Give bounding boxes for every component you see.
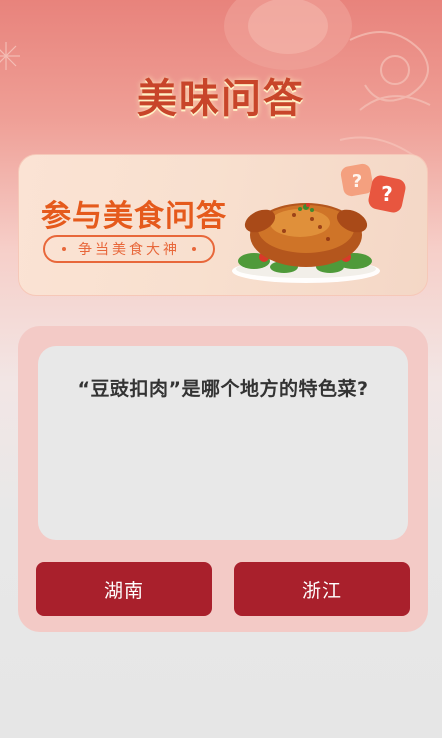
question-bubble-icon: ? ?	[340, 163, 406, 213]
question-text: “豆豉扣肉”是哪个地方的特色菜?	[77, 378, 369, 400]
quiz-banner[interactable]: 参与美食问答 争当美食大神 ? ?	[18, 154, 428, 296]
pill-dot-left	[62, 247, 66, 251]
svg-text:?: ?	[381, 182, 393, 206]
banner-subtitle-pill: 争当美食大神	[43, 235, 215, 263]
roast-chicken-image: ? ?	[232, 163, 406, 283]
answer-button-hunan[interactable]: 湖南	[36, 562, 212, 616]
svg-text:?: ?	[352, 171, 362, 192]
banner-title: 参与美食问答	[41, 199, 227, 234]
banner-subtitle: 争当美食大神	[78, 242, 180, 258]
pill-dot-right	[192, 247, 196, 251]
quiz-card: “豆豉扣肉”是哪个地方的特色菜? 湖南 浙江	[18, 326, 428, 632]
page-title: 美味问答	[137, 75, 305, 122]
question-box: “豆豉扣肉”是哪个地方的特色菜?	[38, 346, 408, 540]
answer-button-zhejiang[interactable]: 浙江	[234, 562, 410, 616]
